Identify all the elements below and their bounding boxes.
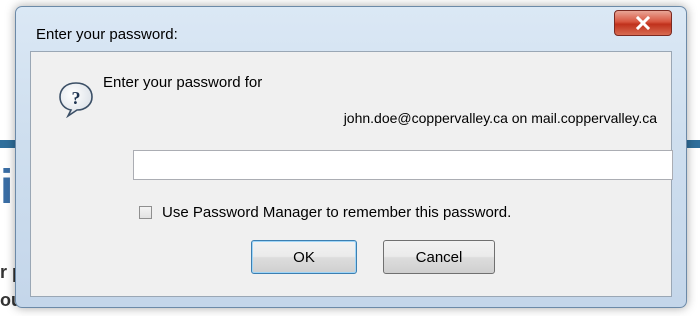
titlebar[interactable]: Enter your password:	[16, 7, 686, 57]
password-input[interactable]	[133, 150, 673, 180]
close-button[interactable]	[614, 10, 672, 36]
ok-button[interactable]: OK	[251, 240, 357, 274]
remember-password-label[interactable]: Use Password Manager to remember this pa…	[162, 204, 511, 221]
svg-text:?: ?	[72, 88, 81, 108]
remember-password-checkbox[interactable]	[139, 206, 152, 219]
password-prompt-label: Enter your password for	[103, 74, 263, 91]
cancel-button[interactable]: Cancel	[383, 240, 495, 274]
account-text: john.doe@coppervalley.ca on mail.copperv…	[343, 110, 657, 126]
dialog-title: Enter your password:	[36, 26, 178, 43]
dialog-body: ? Enter your password for john.doe@coppe…	[30, 51, 673, 297]
remember-password-option[interactable]: Use Password Manager to remember this pa…	[139, 204, 511, 221]
question-icon: ?	[57, 80, 95, 119]
password-dialog: Enter your password: ? Enter your passwo…	[15, 6, 687, 308]
close-icon	[635, 16, 651, 30]
background-heading-fragment: i	[0, 161, 14, 214]
